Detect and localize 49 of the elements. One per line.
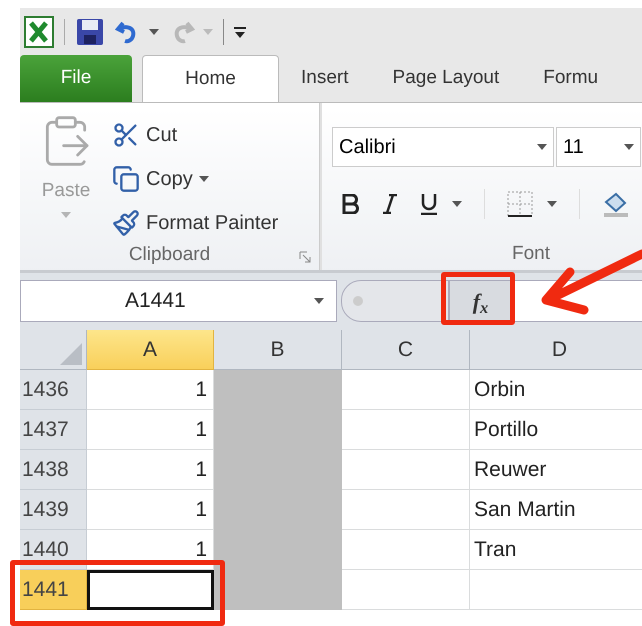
brush-icon — [112, 209, 140, 237]
row-header[interactable]: 1439 — [20, 490, 87, 530]
copy-button[interactable]: Copy — [112, 161, 278, 197]
column-header[interactable]: A — [87, 330, 214, 370]
group-label: Clipboard — [128, 243, 210, 268]
dialog-launcher-icon[interactable] — [299, 251, 311, 263]
caret-icon — [547, 201, 557, 207]
caret-icon — [61, 212, 71, 218]
insert-function-button[interactable]: f$_{x}$ — [449, 280, 512, 322]
row-header[interactable]: 1441 — [20, 570, 87, 610]
ribbon-tab[interactable]: Formu — [521, 55, 620, 102]
bold-icon[interactable] — [342, 194, 360, 214]
file-tab[interactable]: File — [20, 55, 132, 102]
fill-bucket-icon[interactable] — [602, 190, 630, 218]
copy-icon — [112, 165, 140, 193]
column-header[interactable]: B — [214, 330, 342, 370]
column-header[interactable]: D — [470, 330, 642, 370]
caret-icon — [537, 144, 547, 150]
row-header[interactable]: 1436 — [20, 370, 87, 410]
table-cell: Portillo — [470, 410, 642, 450]
caret-icon — [452, 201, 462, 207]
table-cell: Orbin — [470, 370, 642, 410]
table-cell: Reuwer — [470, 450, 642, 490]
caret-icon — [203, 28, 213, 34]
caret-icon — [624, 144, 634, 150]
cut-button[interactable]: Cut — [112, 117, 278, 153]
caret-icon — [312, 298, 326, 304]
italic-icon[interactable] — [382, 194, 398, 214]
painter-button[interactable]: Format Painter — [112, 205, 278, 241]
ribbon-tab[interactable]: Insert — [279, 55, 371, 102]
ribbon-tab[interactable]: Page Layout — [370, 55, 522, 102]
table-cell: Tran — [470, 530, 642, 570]
font-name-field[interactable]: Calibri — [332, 127, 554, 167]
font-size-field[interactable]: 11 — [556, 127, 641, 167]
spreadsheet-app-icon[interactable] — [24, 16, 54, 48]
underline-icon[interactable] — [420, 193, 438, 215]
caret-icon — [149, 28, 159, 34]
customize-menu-icon[interactable] — [234, 24, 246, 38]
save-button[interactable] — [75, 16, 105, 46]
table-cell: San Martin — [470, 490, 642, 530]
row-header[interactable]: 1437 — [20, 410, 87, 450]
group-label: Font — [512, 242, 550, 266]
corner-triangle-icon — [60, 343, 82, 365]
borders-icon[interactable] — [507, 191, 533, 217]
row-header[interactable]: 1438 — [20, 450, 87, 490]
splitter-handle-icon[interactable] — [352, 295, 364, 307]
column-header[interactable]: C — [342, 330, 470, 370]
ribbon-tab[interactable]: Home — [142, 55, 279, 102]
name-box[interactable]: A1441 — [20, 280, 337, 322]
